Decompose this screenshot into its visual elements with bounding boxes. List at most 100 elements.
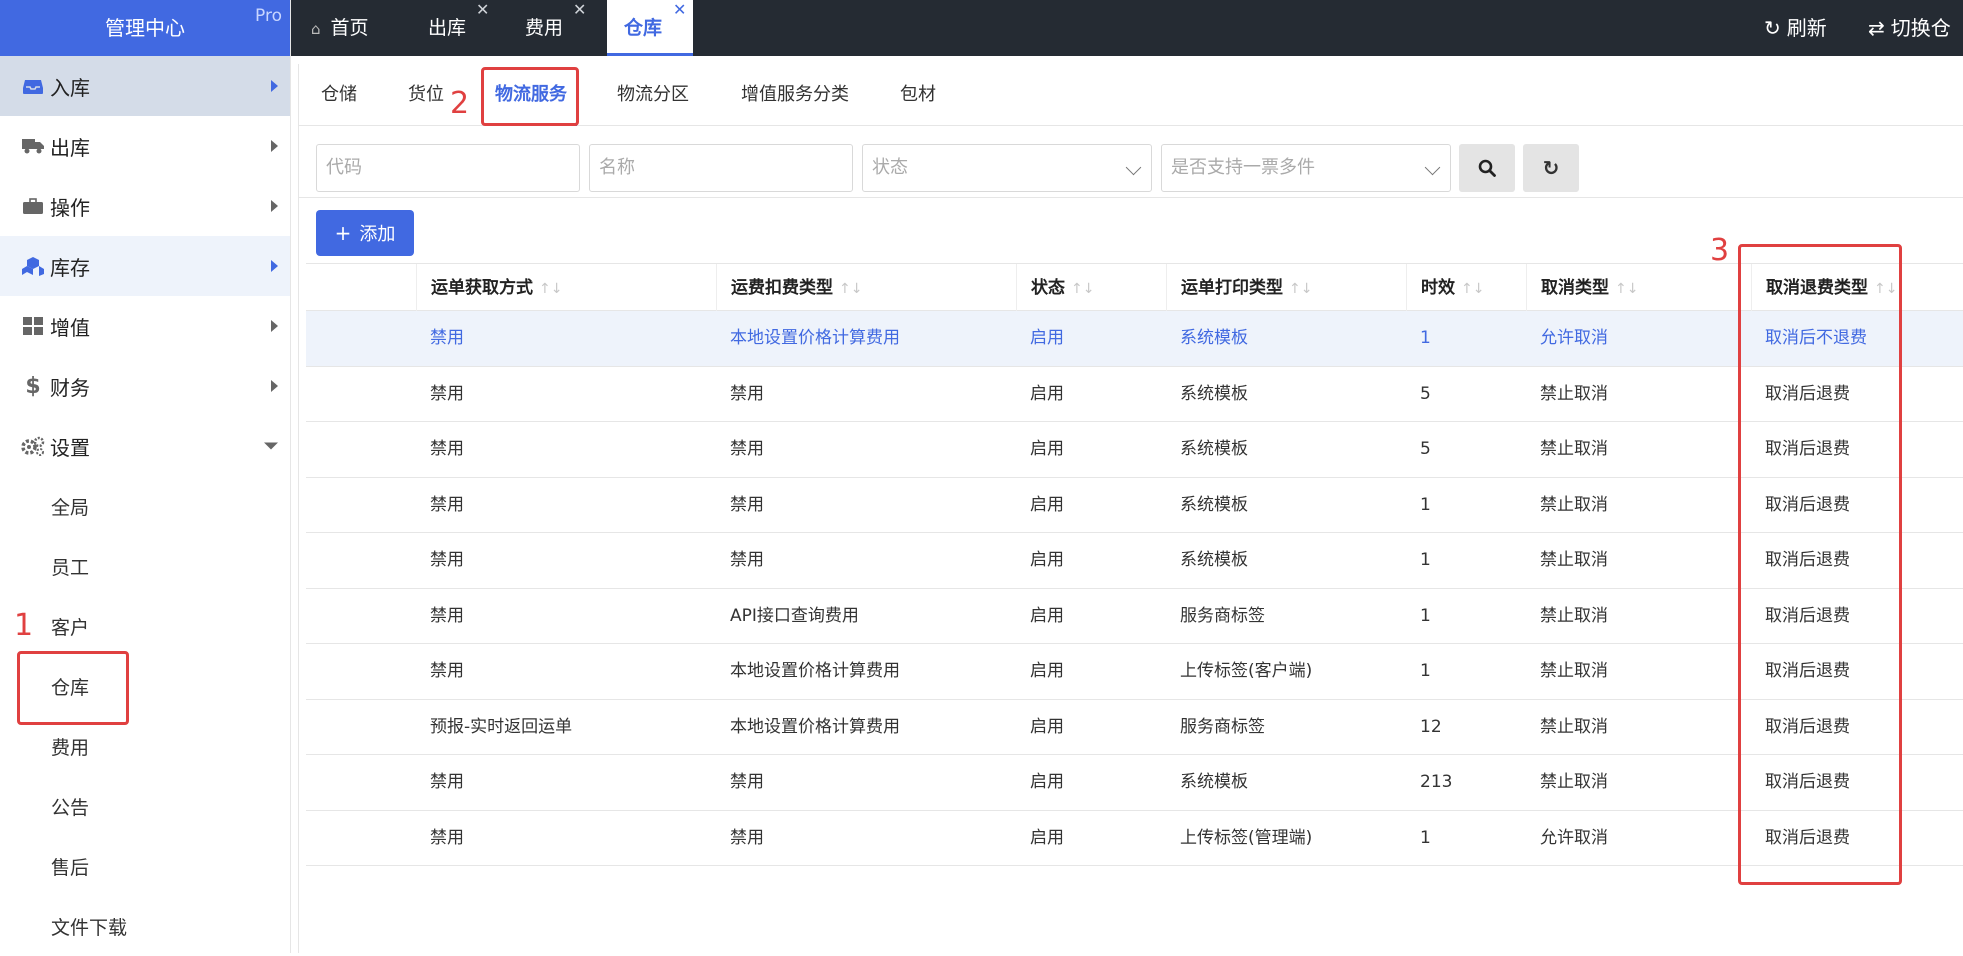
code-input[interactable]: 代码 xyxy=(316,144,580,192)
table-row[interactable]: 禁用 禁用 启用 系统模板 213 禁止取消 取消后退费 xyxy=(306,755,1963,811)
search-icon xyxy=(1478,159,1496,177)
table-row[interactable]: 禁用 禁用 启用 上传标签(管理端) 1 允许取消 取消后退费 xyxy=(306,811,1963,866)
table-row[interactable]: 禁用 API接口查询费用 启用 服务商标签 1 禁止取消 取消后退费 xyxy=(306,589,1963,644)
table-cell: 本地设置价格计算费用 xyxy=(730,716,900,737)
refresh-button[interactable]: ↻ 刷新 xyxy=(1764,0,1827,56)
add-button[interactable]: + 添加 xyxy=(316,210,414,256)
tab-outbound[interactable]: 出库 ✕ xyxy=(428,0,489,56)
gears-icon xyxy=(20,435,46,457)
column-header[interactable]: 状态 ↑↓ xyxy=(1016,264,1166,312)
column-header[interactable]: 运费扣费类型 ↑↓ xyxy=(716,264,1016,312)
grid-icon xyxy=(20,315,46,337)
table-cell: 禁用 xyxy=(730,383,764,404)
sort-icon[interactable]: ↑↓ xyxy=(1071,281,1094,297)
reset-button[interactable]: ↻ xyxy=(1523,144,1579,192)
sidebar-item-settings[interactable]: 设置 xyxy=(0,416,290,476)
brand-title: 管理中心 xyxy=(105,16,185,40)
tab-value-added-category[interactable]: 增值服务分类 xyxy=(741,64,849,126)
inbox-icon xyxy=(20,75,46,97)
sort-icon[interactable]: ↑↓ xyxy=(1289,281,1312,297)
sidebar-item-label: 增值 xyxy=(50,315,90,340)
sidebar-item-label: 操作 xyxy=(50,195,90,220)
table-row[interactable]: 禁用 禁用 启用 系统模板 1 禁止取消 取消后退费 xyxy=(306,478,1963,533)
table-cell: 禁用 xyxy=(430,494,464,515)
column-header[interactable]: 取消类型 ↑↓ xyxy=(1526,264,1751,312)
sidebar-item-outbound[interactable]: 出库 xyxy=(0,116,290,176)
tab-logistics-zone[interactable]: 物流分区 xyxy=(617,64,689,126)
chevron-right-icon xyxy=(271,260,278,272)
column-title: 运费扣费类型 xyxy=(731,278,833,298)
table-cell: 启用 xyxy=(1030,772,1064,792)
table-cell: 禁用 xyxy=(430,439,464,459)
sidebar-item-inventory[interactable]: 库存 xyxy=(0,236,290,296)
sort-icon[interactable]: ↑↓ xyxy=(839,281,862,297)
column-title: 运单打印类型 xyxy=(1181,278,1283,298)
annotation-number-3: 3 xyxy=(1710,233,1730,268)
submenu-notice[interactable]: 公告 xyxy=(0,776,290,836)
table-row[interactable]: 禁用 本地设置价格计算费用 启用 系统模板 1 允许取消 取消后不退费 xyxy=(306,311,1963,367)
close-icon[interactable]: ✕ xyxy=(573,0,586,38)
table-cell: 上传标签(客户端) xyxy=(1180,661,1313,681)
close-icon[interactable]: ✕ xyxy=(476,0,489,38)
column-header[interactable]: 运单获取方式 ↑↓ xyxy=(416,264,716,312)
name-input[interactable]: 名称 xyxy=(589,144,853,192)
cubes-icon xyxy=(20,255,46,277)
table-cell: 1 xyxy=(1420,827,1431,848)
tab-label: 仓库 xyxy=(624,17,663,39)
tab-home[interactable]: ⌂ 首页 xyxy=(311,0,369,56)
table-cell: 禁止取消 xyxy=(1540,772,1608,792)
submenu-global[interactable]: 全局 xyxy=(0,476,290,536)
table-row[interactable]: 禁用 禁用 启用 系统模板 5 禁止取消 取消后退费 xyxy=(306,422,1963,478)
table-cell: 服务商标签 xyxy=(1180,605,1265,626)
table-row[interactable]: 禁用 本地设置价格计算费用 启用 上传标签(客户端) 1 禁止取消 取消后退费 xyxy=(306,644,1963,700)
chevron-down-icon xyxy=(264,442,278,450)
submenu-fees[interactable]: 费用 xyxy=(0,716,290,776)
close-icon[interactable]: ✕ xyxy=(673,0,686,38)
submenu-staff[interactable]: 员工 xyxy=(0,536,290,596)
table-row[interactable]: 预报-实时返回运单 本地设置价格计算费用 启用 服务商标签 12 禁止取消 取消后退费 xyxy=(306,700,1963,755)
search-button[interactable] xyxy=(1459,144,1515,192)
table-cell: 禁止取消 xyxy=(1540,550,1608,570)
sidebar-item-operation[interactable]: 操作 xyxy=(0,176,290,236)
tab-fees[interactable]: 费用 ✕ xyxy=(525,0,586,56)
submenu-after-sales[interactable]: 售后 xyxy=(0,836,290,896)
annotation-box-warehouse xyxy=(17,651,129,725)
multi-piece-select[interactable]: 是否支持一票多件 xyxy=(1161,144,1451,192)
table-cell: 允许取消 xyxy=(1540,827,1608,848)
table-cell: 上传标签(管理端) xyxy=(1180,827,1313,848)
annotation-number-2: 2 xyxy=(450,86,470,121)
tab-label: 首页 xyxy=(330,17,369,39)
table-cell: 启用 xyxy=(1030,550,1064,570)
column-header[interactable]: 运单打印类型 ↑↓ xyxy=(1166,264,1406,312)
sort-icon[interactable]: ↑↓ xyxy=(1615,281,1638,297)
table-row[interactable]: 禁用 禁用 启用 系统模板 5 禁止取消 取消后退费 xyxy=(306,367,1963,422)
home-icon: ⌂ xyxy=(311,20,321,38)
sidebar-item-value-added[interactable]: 增值 xyxy=(0,296,290,356)
column-header[interactable]: 时效 ↑↓ xyxy=(1406,264,1526,312)
switch-warehouse-button[interactable]: ⇄ 切换仓 xyxy=(1868,0,1951,56)
sidebar-item-label: 库存 xyxy=(50,255,90,280)
tab-packaging[interactable]: 包材 xyxy=(900,64,936,126)
sidebar-item-inbound[interactable]: 入库 xyxy=(0,56,290,116)
refresh-icon: ↻ xyxy=(1764,16,1781,40)
sidebar-item-label: 设置 xyxy=(50,435,90,460)
table-cell: 服务商标签 xyxy=(1180,716,1265,737)
sort-icon[interactable]: ↑↓ xyxy=(1461,281,1484,297)
table-cell: 1 xyxy=(1420,494,1431,515)
annotation-box-logistics-tab xyxy=(481,67,579,126)
tab-warehouse[interactable]: 仓库 ✕ xyxy=(607,0,693,56)
chevron-right-icon xyxy=(271,200,278,212)
sort-icon[interactable]: ↑↓ xyxy=(539,281,562,297)
submenu-file-download[interactable]: 文件下载 xyxy=(0,896,290,956)
tab-label: 出库 xyxy=(428,17,467,39)
table-cell: 禁用 xyxy=(730,494,764,515)
status-placeholder: 状态 xyxy=(872,157,908,178)
tab-storage[interactable]: 仓储 xyxy=(321,64,357,126)
submenu-customer[interactable]: 客户 xyxy=(0,596,290,656)
tab-location[interactable]: 货位 xyxy=(408,64,444,126)
switch-label: 切换仓 xyxy=(1890,16,1951,40)
table-row[interactable]: 禁用 禁用 启用 系统模板 1 禁止取消 取消后退费 xyxy=(306,533,1963,589)
sidebar-item-finance[interactable]: $ 财务 xyxy=(0,356,290,416)
status-select[interactable]: 状态 xyxy=(862,144,1152,192)
sidebar-item-label: 财务 xyxy=(50,375,90,400)
